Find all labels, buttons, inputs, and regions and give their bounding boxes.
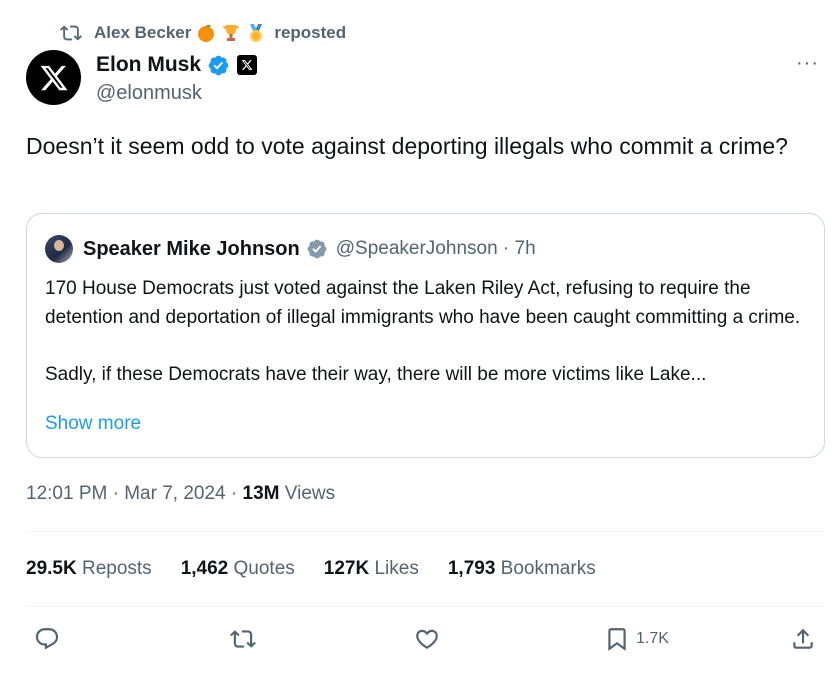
orange-emoji-icon bbox=[198, 24, 215, 42]
quotes-stat[interactable]: 1,462 Quotes bbox=[181, 558, 295, 580]
bookmark-count: 1.7K bbox=[636, 630, 669, 647]
bookmark-button[interactable]: 1.7K bbox=[604, 626, 669, 652]
share-button[interactable] bbox=[790, 626, 816, 652]
quoted-verified-badge-icon[interactable] bbox=[306, 238, 328, 260]
divider bbox=[26, 606, 825, 607]
share-icon bbox=[793, 628, 813, 649]
divider bbox=[26, 531, 825, 532]
verified-badge-icon[interactable] bbox=[207, 54, 230, 77]
author-handle[interactable]: @elonmusk bbox=[96, 82, 257, 105]
action-bar: 1.7K bbox=[0, 620, 840, 660]
repost-icon bbox=[230, 630, 256, 648]
heart-icon bbox=[416, 629, 438, 649]
views-label: Views bbox=[284, 483, 336, 504]
reposter-name[interactable]: Alex Becker bbox=[94, 23, 191, 43]
author-avatar[interactable] bbox=[26, 50, 81, 105]
x-logo-icon bbox=[40, 65, 68, 90]
author-name[interactable]: Elon Musk bbox=[96, 53, 201, 77]
engagement-stats: 29.5K Reposts 1,462 Quotes 127K Likes 1,… bbox=[26, 558, 625, 580]
repost-button[interactable] bbox=[230, 626, 256, 652]
reposts-stat[interactable]: 29.5K Reposts bbox=[26, 558, 152, 580]
reply-button[interactable] bbox=[34, 626, 60, 652]
repost-suffix: reposted bbox=[274, 23, 347, 42]
tweet-meta: 12:01 PM · Mar 7, 2024 · 13M Views bbox=[26, 483, 336, 504]
views-count: 13M bbox=[242, 483, 280, 504]
like-button[interactable] bbox=[414, 626, 440, 652]
quoted-author-name[interactable]: Speaker Mike Johnson bbox=[83, 238, 300, 261]
repost-indicator[interactable]: Alex Becker reposted bbox=[60, 20, 346, 46]
tweet-time[interactable]: 12:01 PM bbox=[26, 483, 107, 504]
x-affiliate-badge-icon[interactable] bbox=[237, 55, 258, 75]
tweet-date[interactable]: Mar 7, 2024 bbox=[124, 483, 225, 504]
quoted-author-avatar[interactable] bbox=[45, 235, 73, 263]
bookmarks-stat[interactable]: 1,793 Bookmarks bbox=[448, 558, 596, 580]
repost-icon bbox=[60, 25, 82, 41]
bookmark-icon bbox=[608, 628, 626, 651]
reply-icon bbox=[35, 628, 59, 650]
quoted-tweet-card[interactable]: Speaker Mike Johnson @SpeakerJohnson · 7… bbox=[26, 213, 825, 458]
quoted-author-handle[interactable]: @SpeakerJohnson · 7h bbox=[336, 238, 536, 260]
author-info: Elon Musk @elonmusk bbox=[96, 52, 258, 105]
likes-stat[interactable]: 127K Likes bbox=[324, 558, 419, 580]
more-options-icon[interactable]: ··· bbox=[796, 52, 819, 75]
quoted-tweet-time: 7h bbox=[514, 238, 536, 259]
trophy-emoji-icon bbox=[223, 25, 240, 41]
quoted-tweet-text: 170 House Democrats just voted against t… bbox=[45, 278, 801, 385]
medal-emoji-icon bbox=[250, 24, 263, 42]
tweet-text: Doesn’t it seem odd to vote against depo… bbox=[26, 133, 788, 159]
show-more-link[interactable]: Show more bbox=[45, 413, 141, 435]
quoted-tweet-header: Speaker Mike Johnson @SpeakerJohnson · 7… bbox=[45, 235, 536, 263]
